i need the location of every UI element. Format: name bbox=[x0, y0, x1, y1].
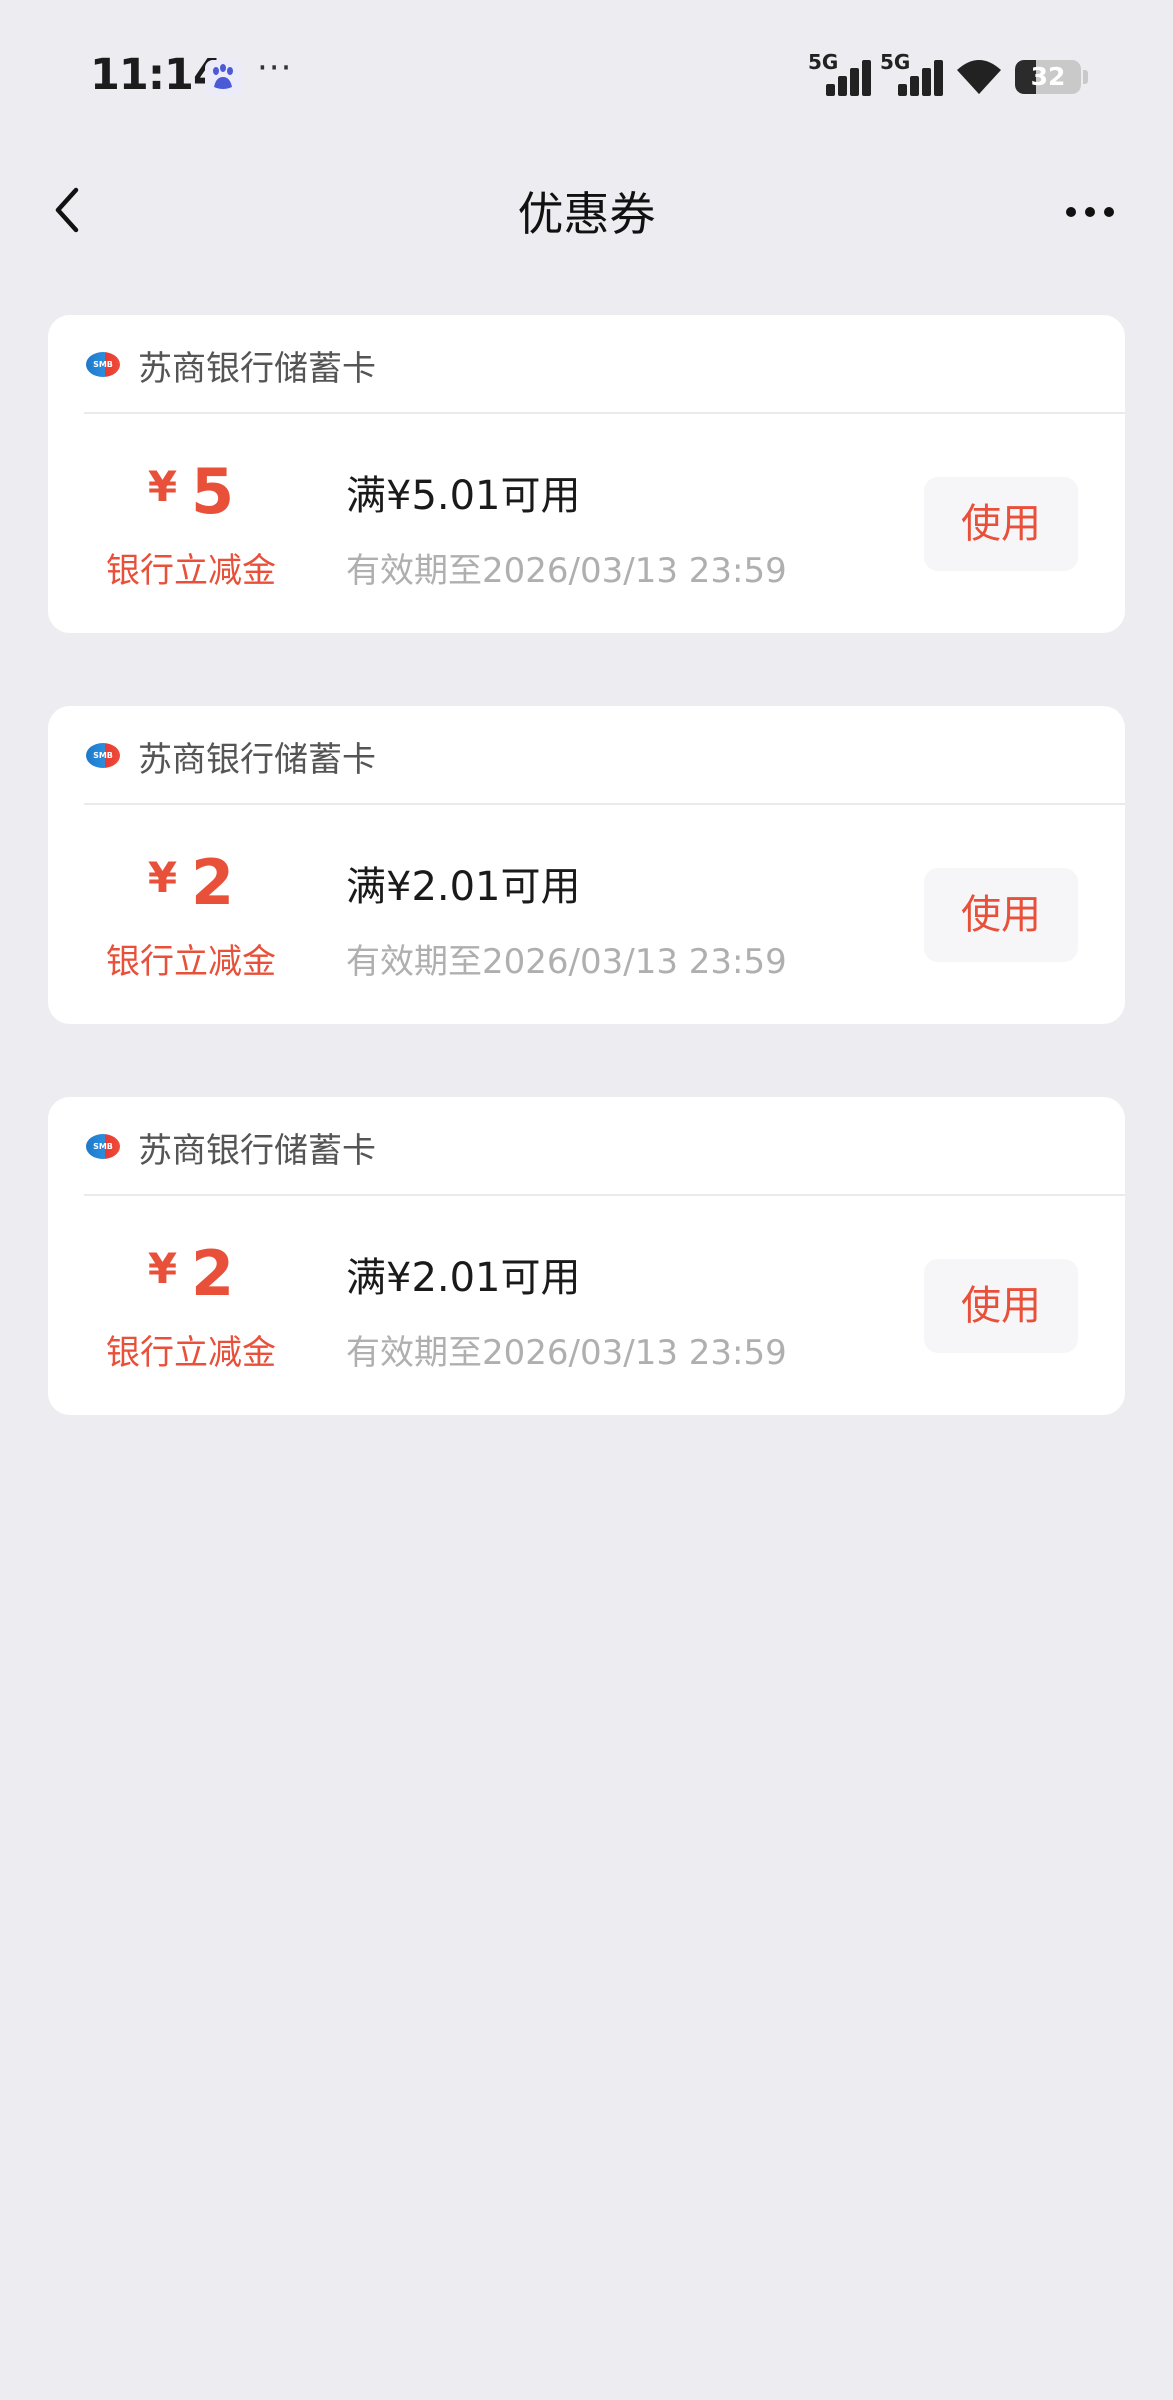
divider bbox=[84, 412, 1125, 414]
use-button[interactable]: 使用 bbox=[924, 1259, 1078, 1353]
coupon-amount: ¥2 bbox=[48, 846, 334, 919]
coupon-card-header: SMB 苏商银行储蓄卡 bbox=[48, 315, 1125, 413]
bank-name: 苏商银行储蓄卡 bbox=[138, 1131, 376, 1171]
divider bbox=[84, 803, 1125, 805]
amount-value: 2 bbox=[191, 1237, 235, 1310]
bank-name: 苏商银行储蓄卡 bbox=[138, 349, 376, 389]
amount-value: 2 bbox=[191, 846, 235, 919]
battery-tip bbox=[1083, 70, 1088, 84]
bank-logo-icon: SMB bbox=[86, 743, 120, 768]
coupon-type-label: 银行立减金 bbox=[106, 551, 276, 591]
currency-symbol: ¥ bbox=[147, 1244, 178, 1293]
coupon-card-header: SMB 苏商银行储蓄卡 bbox=[48, 706, 1125, 804]
coupon-amount: ¥5 bbox=[48, 455, 334, 528]
coupon-type-label: 银行立减金 bbox=[106, 1333, 276, 1373]
amount-value: 5 bbox=[191, 455, 235, 528]
signal-label: 5G bbox=[808, 50, 839, 74]
bank-logo-text: SMB bbox=[93, 751, 113, 760]
baidu-paw-icon bbox=[205, 60, 241, 96]
coupon-card-header: SMB 苏商银行储蓄卡 bbox=[48, 1097, 1125, 1195]
use-button[interactable]: 使用 bbox=[924, 868, 1078, 962]
bank-logo-text: SMB bbox=[93, 1142, 113, 1151]
coupon-condition: 满¥2.01可用 bbox=[346, 1255, 581, 1301]
status-bar: 11:14 ··· 5G 5G 32 bbox=[0, 0, 1173, 150]
more-dots-icon: ··· bbox=[257, 48, 293, 88]
coupon-card: SMB 苏商银行储蓄卡 ¥2 银行立减金 满¥2.01可用 有效期至2026/0… bbox=[48, 1097, 1125, 1415]
divider bbox=[84, 1194, 1125, 1196]
currency-symbol: ¥ bbox=[147, 853, 178, 902]
bank-logo-icon: SMB bbox=[86, 352, 120, 377]
nav-bar: 优惠券 bbox=[0, 160, 1173, 260]
coupon-amount: ¥2 bbox=[48, 1237, 334, 1310]
wifi-icon bbox=[957, 60, 1001, 94]
coupon-expiry: 有效期至2026/03/13 23:59 bbox=[346, 551, 787, 591]
coupon-condition: 满¥5.01可用 bbox=[346, 473, 581, 519]
cellular-signal-icon: 5G bbox=[808, 50, 878, 96]
coupon-expiry: 有效期至2026/03/13 23:59 bbox=[346, 942, 787, 982]
coupon-condition: 满¥2.01可用 bbox=[346, 864, 581, 910]
page-title: 优惠券 bbox=[517, 187, 656, 241]
battery-level: 32 bbox=[1030, 62, 1066, 91]
coupon-expiry: 有效期至2026/03/13 23:59 bbox=[346, 1333, 787, 1373]
signal-label: 5G bbox=[880, 50, 911, 74]
battery-icon: 32 bbox=[1015, 60, 1081, 94]
coupon-type-label: 银行立减金 bbox=[106, 942, 276, 982]
cellular-signal-icon: 5G bbox=[880, 50, 950, 96]
coupon-card: SMB 苏商银行储蓄卡 ¥2 银行立减金 满¥2.01可用 有效期至2026/0… bbox=[48, 706, 1125, 1024]
bank-name: 苏商银行储蓄卡 bbox=[138, 740, 376, 780]
bank-logo-text: SMB bbox=[93, 360, 113, 369]
coupon-card: SMB 苏商银行储蓄卡 ¥5 银行立减金 满¥5.01可用 有效期至2026/0… bbox=[48, 315, 1125, 633]
bank-logo-icon: SMB bbox=[86, 1134, 120, 1159]
more-horizontal-icon[interactable] bbox=[1050, 180, 1130, 240]
currency-symbol: ¥ bbox=[147, 462, 178, 511]
use-button[interactable]: 使用 bbox=[924, 477, 1078, 571]
